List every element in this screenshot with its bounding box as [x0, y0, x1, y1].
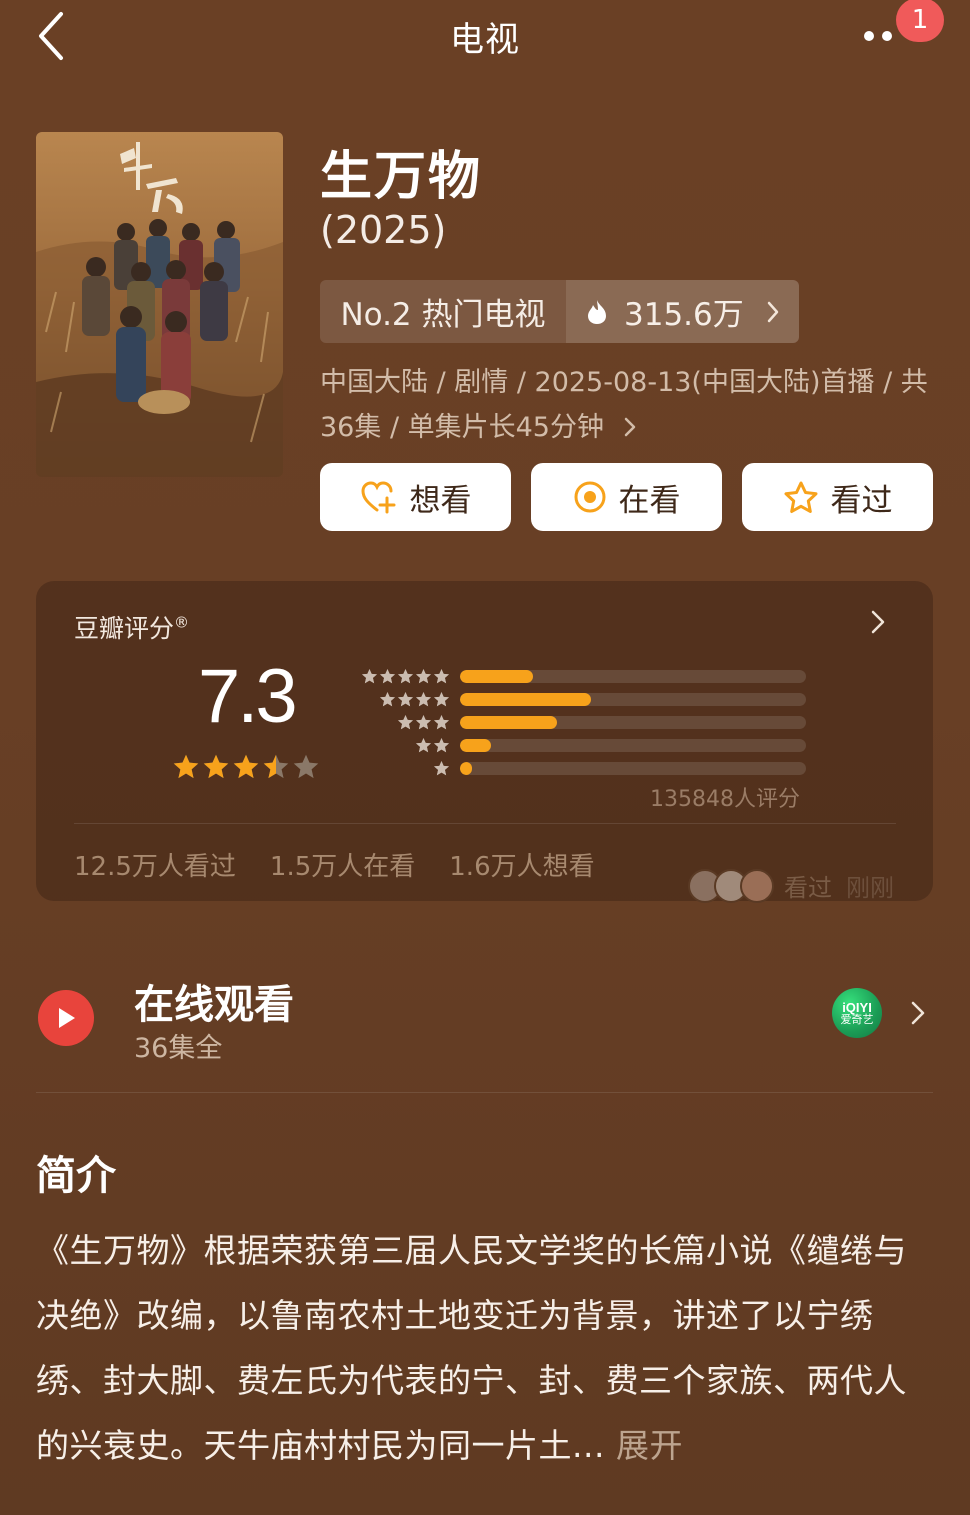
watching-count: 1.5万人在看 [269, 852, 416, 882]
distribution-bar-fill [460, 762, 473, 775]
distribution-row [346, 665, 806, 688]
online-watch-row[interactable]: 在线观看 36集全 iQIYI 爱奇艺 [36, 970, 933, 1070]
heat-value: 315.6万 [624, 297, 744, 333]
star-icon [380, 692, 395, 707]
distribution-row [346, 757, 806, 780]
show-year: (2025) [320, 208, 447, 252]
poster-image[interactable] [36, 132, 283, 477]
want-count: 1.6万人想看 [449, 852, 595, 882]
top-bar: 电视 1 [0, 0, 970, 80]
star-icon [203, 754, 229, 779]
star-icon [380, 669, 395, 684]
star-icon [416, 692, 431, 707]
iqiyi-logo-icon: iQIYI 爱奇艺 [832, 988, 882, 1038]
star-icon [434, 669, 449, 684]
star-outline-icon [784, 481, 817, 513]
star-icon [416, 715, 431, 730]
card-divider [74, 823, 896, 824]
heart-plus-icon [360, 481, 395, 514]
distribution-bar-fill [460, 739, 492, 752]
watching-label: 在看 [618, 482, 681, 519]
target-icon [574, 481, 605, 513]
distribution-bar-fill [460, 716, 557, 729]
watched-label: 看过 [830, 482, 893, 519]
distribution-stars [346, 760, 450, 777]
watched-count: 12.5万人看过 [74, 852, 236, 882]
chevron-right-icon [767, 301, 778, 322]
distribution-bar-fill [460, 693, 592, 706]
expand-link[interactable]: 展开 [616, 1426, 683, 1465]
distribution-bar-fill [460, 670, 533, 683]
star-icon [416, 738, 431, 753]
distribution-bar [460, 716, 806, 729]
rank-label[interactable]: No.2 热门电视 [320, 280, 566, 343]
intro-body: 《生万物》根据荣获第三届人民文学奖的长篇小说《缱绻与决绝》改编，以鲁南农村土地变… [36, 1231, 907, 1465]
rating-count: 135848人评分 [650, 787, 800, 812]
want-to-watch-label: 想看 [409, 482, 472, 519]
avatar [740, 868, 774, 903]
more-dots-icon [864, 31, 892, 41]
want-to-watch-button[interactable]: 想看 [320, 463, 511, 531]
chevron-right-icon [624, 417, 635, 437]
play-icon [38, 990, 94, 1046]
recent-status: 看过 [784, 874, 832, 902]
rating-card[interactable]: 豆瓣评分® 7.3 135848人评分 12.5万人看过 1.5万人在看 1.6… [36, 581, 933, 903]
distribution-stars [346, 737, 450, 754]
page-title: 电视 [450, 20, 520, 60]
intro-text: 《生万物》根据荣获第三届人民文学奖的长篇小说《缱绻与决绝》改编，以鲁南农村土地变… [36, 1218, 936, 1478]
chevron-right-icon [911, 1001, 925, 1025]
distribution-stars [346, 668, 450, 685]
heat-chip[interactable]: 315.6万 [566, 280, 799, 343]
star-icon [434, 761, 449, 776]
distribution-bar [460, 693, 806, 706]
star-icon [398, 692, 413, 707]
distribution-stars [346, 714, 450, 731]
star-icon [293, 754, 319, 779]
star-icon [434, 715, 449, 730]
star-icon [362, 669, 377, 684]
distribution-row [346, 688, 806, 711]
distribution-bar [460, 670, 806, 683]
star-icon [233, 754, 259, 779]
distribution-bar [460, 739, 806, 752]
audience-stats: 12.5万人看过 1.5万人在看 1.6万人想看 [74, 846, 595, 883]
star-icon [398, 715, 413, 730]
rating-stars [172, 753, 320, 781]
ranking-bar[interactable]: No.2 热门电视 315.6万 [320, 280, 799, 343]
star-icon [173, 754, 199, 779]
recent-time: 刚刚 [846, 874, 894, 902]
recent-activity: 看过 刚刚 [688, 868, 894, 903]
distribution-row [346, 734, 806, 757]
star-icon [398, 669, 413, 684]
watched-button[interactable]: 看过 [742, 463, 933, 531]
show-meta[interactable]: 中国大陆 / 剧情 / 2025-08-13(中国大陆)首播 / 共36集 / … [320, 360, 930, 450]
show-title: 生万物 [320, 147, 483, 207]
distribution-row [346, 711, 806, 734]
chevron-right-icon[interactable] [870, 609, 886, 635]
rating-score: 7.3 [198, 654, 298, 739]
intro-heading: 简介 [36, 1153, 116, 1199]
star-icon [263, 754, 289, 779]
action-buttons: 想看 在看 看过 [320, 463, 933, 531]
rating-label: 豆瓣评分® [74, 613, 190, 643]
rating-distribution [346, 665, 806, 780]
watching-button[interactable]: 在看 [531, 463, 722, 531]
star-icon [434, 692, 449, 707]
flame-icon [588, 299, 606, 324]
online-watch-subtitle: 36集全 [134, 1033, 223, 1064]
distribution-stars [346, 691, 450, 708]
avatar-group [688, 868, 774, 903]
notification-badge: 1 [896, 0, 944, 42]
star-icon [434, 738, 449, 753]
online-watch-title: 在线观看 [134, 982, 294, 1028]
distribution-bar [460, 762, 806, 775]
star-icon [416, 669, 431, 684]
section-divider [36, 1092, 933, 1093]
